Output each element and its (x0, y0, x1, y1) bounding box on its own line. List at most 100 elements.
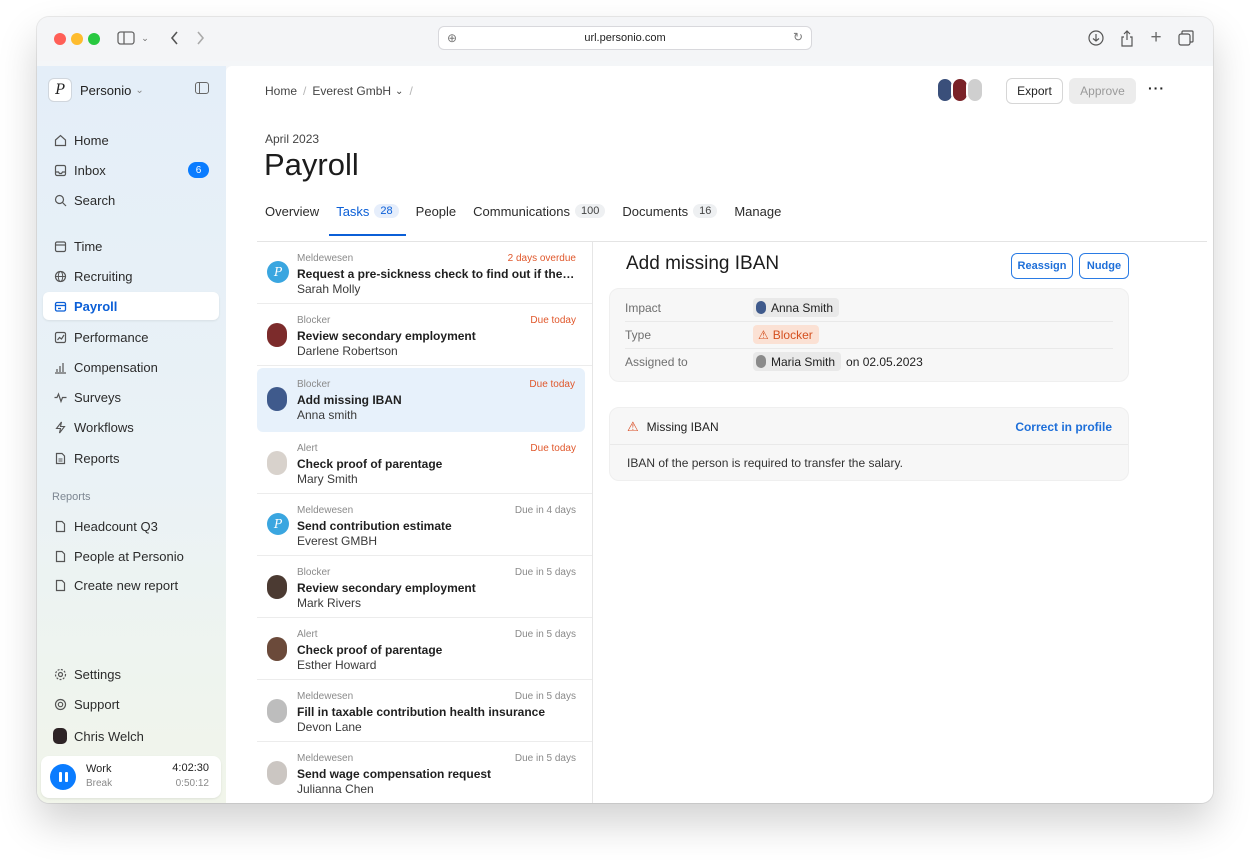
reassign-button[interactable]: Reassign (1011, 253, 1073, 279)
avatar (267, 761, 287, 785)
tab-manage[interactable]: Manage (734, 199, 781, 223)
task-item[interactable]: Alert Due today Check proof of parentage… (257, 432, 592, 494)
divider (610, 444, 1128, 445)
browser-toolbar: ⌄ ⊕ url.personio.com ↻ + (37, 17, 1213, 61)
download-icon[interactable] (1087, 27, 1105, 49)
sidebar-item-time[interactable]: Time (43, 232, 219, 260)
share-icon[interactable] (1118, 27, 1136, 49)
task-person: Mary Smith (297, 472, 358, 486)
chevron-down-icon[interactable]: ⌄ (140, 27, 150, 49)
correct-in-profile-link[interactable]: Correct in profile (1015, 420, 1112, 434)
blocker-badge: ⚠ Blocker (753, 325, 819, 344)
task-detail-title: Add missing IBAN (626, 253, 780, 274)
close-window-button[interactable] (54, 33, 66, 45)
sidebar-toggle-icon[interactable] (116, 27, 136, 49)
assignee-chip[interactable]: Maria Smith (753, 352, 842, 371)
tab-overview-icon[interactable] (1177, 27, 1195, 49)
avatar (756, 301, 766, 314)
sidebar-item-settings[interactable]: Settings (43, 660, 219, 688)
export-button[interactable]: Export (1006, 78, 1063, 104)
task-item[interactable]: Alert Due in 5 days Check proof of paren… (257, 618, 592, 680)
collaborator-avatars[interactable] (936, 77, 984, 103)
task-person: Mark Rivers (297, 596, 362, 610)
sidebar-item-performance[interactable]: Performance (43, 323, 219, 351)
personio-logo: P (48, 78, 72, 102)
reload-icon[interactable]: ↻ (793, 30, 803, 44)
sidebar-item-reports[interactable]: Reports (43, 444, 219, 472)
maximize-window-button[interactable] (88, 33, 100, 45)
task-item[interactable]: P Meldewesen 2 days overdue Request a pr… (257, 242, 592, 304)
nudge-button[interactable]: Nudge (1079, 253, 1129, 279)
workspace-switcher[interactable]: P Personio ⌄ (48, 78, 144, 102)
report-item-people[interactable]: People at Personio (43, 542, 219, 570)
tab-communications[interactable]: Communications 100 (473, 199, 606, 223)
task-type: Blocker (297, 379, 331, 390)
tab-people[interactable]: People (416, 199, 456, 223)
task-due: Due today (529, 379, 575, 390)
task-item[interactable]: Blocker Due today Review secondary emplo… (257, 304, 592, 366)
chart-line-icon (53, 330, 67, 344)
create-report-link[interactable]: Create new report (43, 571, 219, 599)
pause-button[interactable] (50, 764, 76, 790)
approve-button[interactable]: Approve (1069, 78, 1136, 104)
sidebar-item-label: Recruiting (74, 268, 133, 284)
address-bar[interactable]: ⊕ url.personio.com ↻ (438, 26, 812, 50)
tab-overview[interactable]: Overview (265, 199, 319, 223)
sidebar-item-label: Surveys (74, 389, 121, 405)
minimize-window-button[interactable] (71, 33, 83, 45)
lifebuoy-icon (53, 697, 67, 711)
chevron-down-icon[interactable]: ⌄ (395, 86, 403, 97)
task-due: Due in 5 days (514, 629, 576, 640)
tab-tasks[interactable]: Tasks 28 (329, 199, 407, 236)
task-due: Due in 4 days (514, 505, 576, 516)
property-impact: Impact Anna Smith (625, 294, 1113, 321)
inbox-count-badge: 6 (188, 162, 209, 178)
workspace-name: Personio (80, 82, 132, 98)
sidebar-item-home[interactable]: Home (43, 126, 219, 154)
site-info-icon[interactable]: ⊕ (447, 31, 457, 45)
task-person: Sarah Molly (297, 282, 361, 296)
new-tab-icon[interactable]: + (1147, 27, 1165, 49)
task-item[interactable]: Meldewesen Due in 5 days Send wage compe… (257, 742, 592, 803)
task-item[interactable]: Blocker Due in 5 days Review secondary e… (257, 556, 592, 618)
payroll-icon (53, 299, 67, 313)
sidebar-item-payroll[interactable]: Payroll (43, 292, 219, 320)
task-title: Check proof of parentage (297, 643, 443, 657)
tab-documents[interactable]: Documents 16 (622, 199, 718, 223)
more-options-icon[interactable]: ··· (1148, 80, 1165, 96)
sidebar-item-compensation[interactable]: Compensation (43, 353, 219, 381)
report-item-headcount[interactable]: Headcount Q3 (43, 512, 219, 540)
task-item[interactable]: P Meldewesen Due in 4 days Send contribu… (257, 494, 592, 556)
task-item[interactable]: Meldewesen Due in 5 days Fill in taxable… (257, 680, 592, 742)
breadcrumb-company[interactable]: Everest GmbH (312, 84, 391, 98)
task-list: P Meldewesen 2 days overdue Request a pr… (257, 242, 593, 803)
globe-icon (53, 269, 67, 283)
sidebar-item-recruiting[interactable]: Recruiting (43, 262, 219, 290)
forward-icon[interactable] (193, 27, 207, 49)
report-icon (53, 451, 67, 465)
breadcrumb-home[interactable]: Home (265, 84, 297, 98)
back-icon[interactable] (167, 27, 181, 49)
tab-count-badge: 28 (374, 204, 399, 218)
sidebar-item-workflows[interactable]: Workflows (43, 413, 219, 441)
sidebar-item-label: Inbox (74, 162, 106, 178)
assigned-date: on 02.05.2023 (846, 354, 923, 369)
task-item-selected[interactable]: Blocker Due today Add missing IBAN Anna … (257, 368, 585, 432)
tab-label: Tasks (336, 203, 370, 219)
task-type: Meldewesen (297, 691, 354, 702)
task-person: Julianna Chen (297, 782, 374, 796)
impact-person-chip[interactable]: Anna Smith (753, 298, 840, 317)
report-item-label: People at Personio (74, 548, 184, 564)
search-icon (53, 193, 67, 207)
avatar (267, 637, 287, 661)
collapse-sidebar-icon[interactable] (195, 82, 209, 94)
reports-section-label: Reports (52, 491, 91, 503)
sidebar-item-inbox[interactable]: Inbox 6 (43, 156, 219, 184)
user-profile-menu[interactable]: Chris Welch (43, 722, 219, 750)
pulse-icon (53, 390, 67, 404)
sidebar-item-support[interactable]: Support (43, 690, 219, 718)
task-type: Alert (297, 443, 318, 454)
sidebar-item-label: Compensation (74, 359, 158, 375)
sidebar-item-search[interactable]: Search (43, 186, 219, 214)
sidebar-item-surveys[interactable]: Surveys (43, 383, 219, 411)
